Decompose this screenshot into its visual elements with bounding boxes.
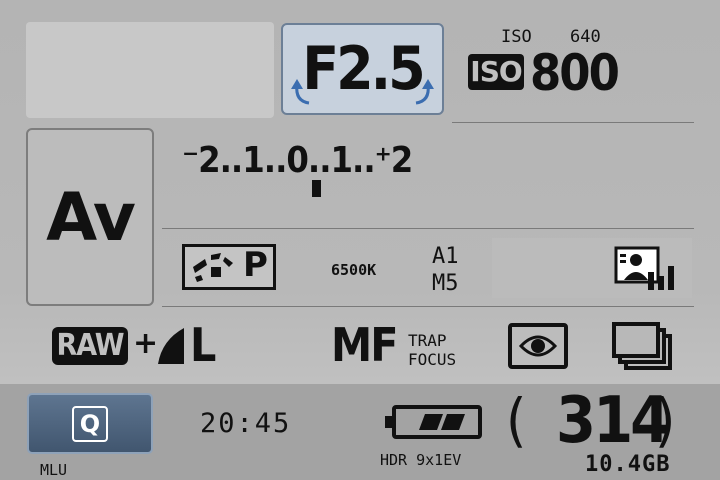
dial-right-arrow-icon (415, 79, 434, 105)
focus-mode[interactable]: MF (331, 318, 398, 372)
divider (452, 122, 694, 123)
exposure-scale-label: ⁻2..1..0..1..⁺2 (182, 140, 413, 181)
iso-value[interactable]: 800 (530, 44, 620, 102)
exposure-level-marker (312, 180, 321, 197)
shooting-mode[interactable]: Av (26, 128, 154, 306)
clock: 20:45 (200, 408, 292, 439)
drive-continuous-icon[interactable] (612, 320, 676, 372)
quick-control-label: Q (72, 405, 108, 442)
hdr-setting: HDR 9x1EV (380, 451, 462, 469)
mode-label: Av (46, 178, 136, 256)
picture-style-icon[interactable] (614, 244, 676, 292)
dial-left-arrow-icon (291, 79, 310, 105)
quick-control-button[interactable]: Q (27, 393, 153, 454)
color-temperature: 6500K (331, 261, 377, 279)
shots-open-bracket: ( (506, 386, 527, 454)
shots-remaining: 314 (556, 384, 670, 458)
wb-shift-magenta: M5 (432, 271, 459, 296)
iso-badge: ISO (468, 54, 524, 90)
jpeg-fine-icon (158, 328, 184, 364)
aperture-value: F2.5 (302, 34, 426, 104)
divider (162, 306, 694, 307)
divider (162, 228, 694, 229)
shots-close-bracket: ) (655, 386, 676, 454)
wb-mode-letter: P (243, 245, 268, 285)
camera-info-screen: F2.5 ISO 640 ISO 800 Av ⁻2..1..0..1..⁺2 … (0, 0, 720, 480)
wb-shift-amber: A1 (432, 244, 459, 269)
trap-focus[interactable]: TRAP FOCUS (408, 331, 456, 369)
trap-focus-line1: TRAP (408, 331, 447, 350)
aperture-setting[interactable]: F2.5 (281, 23, 444, 115)
raw-quality-badge[interactable]: RAW (52, 327, 128, 365)
trap-focus-line2: FOCUS (408, 350, 457, 369)
battery-icon (385, 405, 482, 439)
exposure-scale[interactable]: ⁻2..1..0..1..⁺2 (182, 140, 413, 181)
empty-setting-slot (26, 22, 274, 118)
metering-evaluative-icon[interactable] (507, 322, 569, 370)
card-free-space: 10.4GB (585, 452, 671, 477)
iso-small-label: ISO (501, 27, 532, 47)
wb-shift[interactable]: A1 M5 (432, 243, 459, 297)
white-balance-setting[interactable]: P (182, 244, 276, 290)
quality-plus: + (133, 326, 159, 361)
mirror-lockup: MLU (40, 461, 68, 479)
image-size: L (190, 318, 217, 372)
